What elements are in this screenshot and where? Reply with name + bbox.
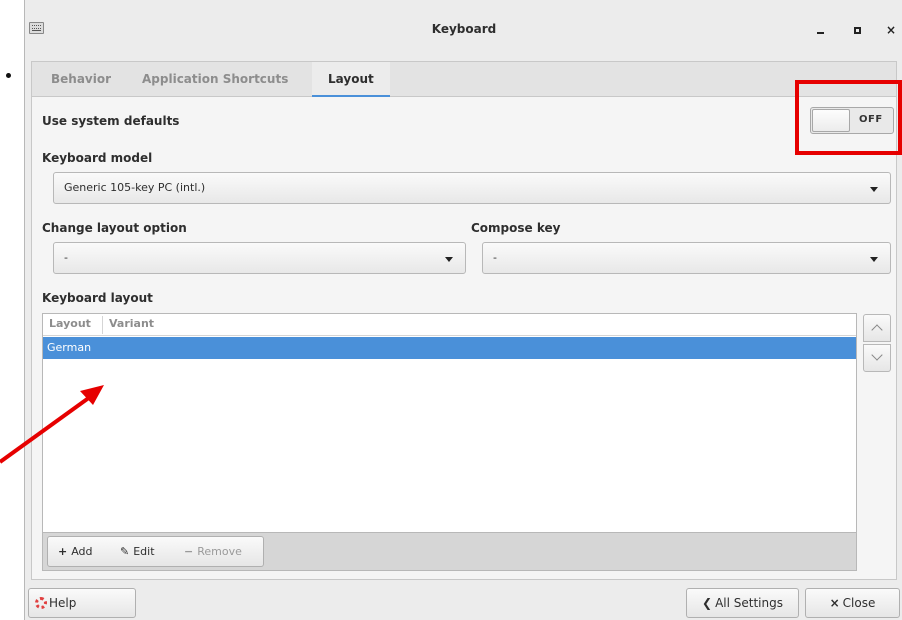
- add-layout-button[interactable]: + Add: [47, 536, 111, 567]
- close-window-button[interactable]: ×: [881, 20, 901, 40]
- edit-layout-button[interactable]: ✎ Edit: [110, 536, 175, 567]
- keyboard-settings-window: Keyboard × Behavior Application Shortcut…: [24, 0, 902, 620]
- help-label: Help: [49, 596, 77, 610]
- move-down-button[interactable]: [863, 344, 891, 372]
- tab-behavior[interactable]: Behavior: [35, 62, 127, 97]
- all-settings-label: All Settings: [715, 596, 783, 610]
- minimize-icon: [816, 32, 824, 34]
- tab-application-shortcuts[interactable]: Application Shortcuts: [126, 62, 304, 97]
- dropdown-arrow-icon: [445, 257, 453, 262]
- help-icon: [35, 597, 47, 609]
- add-label: Add: [71, 545, 93, 558]
- layout-toolbar: + Add ✎ Edit − Remove: [42, 533, 857, 571]
- use-system-defaults-switch[interactable]: OFF: [810, 107, 894, 134]
- maximize-icon: [853, 27, 861, 34]
- list-header: Layout Variant: [43, 314, 856, 336]
- chevron-down-icon: [871, 349, 883, 361]
- close-icon: ×: [829, 596, 840, 610]
- dropdown-arrow-icon: [870, 187, 878, 192]
- column-header-layout[interactable]: Layout: [49, 317, 91, 330]
- tab-bar: Behavior Application Shortcuts Layout: [32, 62, 896, 97]
- compose-key-value: -: [493, 251, 497, 264]
- switch-knob: [812, 109, 850, 132]
- title-bar[interactable]: Keyboard ×: [25, 0, 902, 60]
- chevron-up-icon: [871, 324, 883, 336]
- column-separator: [102, 316, 103, 334]
- remove-label: Remove: [197, 545, 242, 558]
- remove-layout-button[interactable]: − Remove: [174, 536, 264, 567]
- change-layout-option-value: -: [64, 251, 68, 264]
- all-settings-button[interactable]: ❮ All Settings: [686, 588, 799, 618]
- layout-cell: German: [47, 341, 92, 354]
- settings-notebook: Behavior Application Shortcuts Layout Us…: [31, 61, 897, 580]
- move-up-button[interactable]: [863, 314, 891, 342]
- bullet-mark: [6, 73, 11, 78]
- minimize-button[interactable]: [810, 20, 830, 40]
- maximize-button[interactable]: [847, 20, 867, 40]
- compose-key-combo[interactable]: -: [482, 242, 891, 274]
- switch-state-text: OFF: [859, 114, 883, 125]
- keyboard-model-value: Generic 105-key PC (intl.): [64, 181, 206, 194]
- tab-layout[interactable]: Layout: [312, 62, 390, 97]
- use-system-defaults-label: Use system defaults: [42, 114, 180, 128]
- close-button[interactable]: × Close: [805, 588, 900, 618]
- keyboard-layout-list[interactable]: Layout Variant German: [42, 313, 857, 533]
- close-label: Close: [842, 596, 876, 610]
- dropdown-arrow-icon: [870, 257, 878, 262]
- edit-label: Edit: [133, 545, 155, 558]
- keyboard-layout-label: Keyboard layout: [42, 291, 153, 305]
- keyboard-model-label: Keyboard model: [42, 151, 153, 165]
- window-title: Keyboard: [431, 22, 497, 36]
- table-row[interactable]: German: [43, 337, 856, 359]
- column-header-variant[interactable]: Variant: [109, 317, 154, 330]
- close-icon: ×: [885, 23, 897, 37]
- chevron-left-icon: ❮: [702, 596, 713, 610]
- keyboard-model-combo[interactable]: Generic 105-key PC (intl.): [53, 172, 891, 204]
- minus-icon: −: [184, 545, 194, 558]
- pencil-icon: ✎: [120, 545, 130, 558]
- compose-key-label: Compose key: [471, 221, 561, 235]
- help-button[interactable]: Help: [28, 588, 136, 618]
- change-layout-option-label: Change layout option: [42, 221, 187, 235]
- plus-icon: +: [58, 545, 68, 558]
- change-layout-option-combo[interactable]: -: [53, 242, 466, 274]
